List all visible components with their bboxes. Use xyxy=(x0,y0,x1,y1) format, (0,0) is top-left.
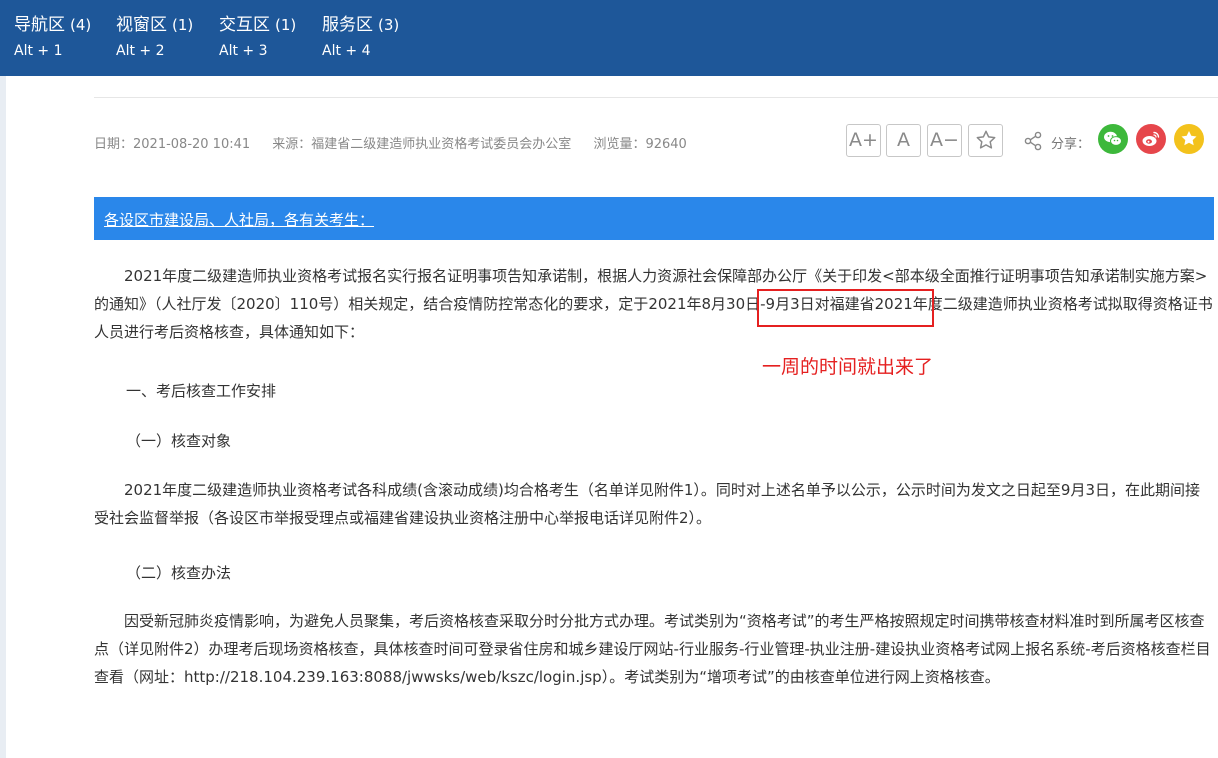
weibo-icon xyxy=(1142,131,1160,146)
zone-shortcut: Alt + 4 xyxy=(322,43,371,59)
zone-navigation[interactable]: 导航区 (4) Alt + 1 xyxy=(14,10,91,59)
share-weibo-button[interactable] xyxy=(1136,124,1166,154)
zone-name: 导航区 xyxy=(14,15,65,35)
font-increase-button[interactable]: A+ xyxy=(846,124,881,157)
zone-name: 视窗区 xyxy=(116,15,167,35)
publish-date: 日期：2021-08-20 10:41 xyxy=(94,137,251,152)
paragraph-methods: 因受新冠肺炎疫情影响，为避免人员聚集，考后资格核查采取分时分批方式办理。考试类别… xyxy=(94,612,1211,686)
share-label: 分享： xyxy=(1051,137,1091,152)
zone-count: (4) xyxy=(70,16,92,34)
share-icon xyxy=(1024,131,1042,151)
favorite-button[interactable] xyxy=(968,124,1003,157)
salutation-link[interactable]: 各设区市建设局、人社局，各有关考生： xyxy=(104,209,374,230)
zone-shortcut: Alt + 2 xyxy=(116,43,165,59)
left-edge-strip xyxy=(0,76,6,758)
paragraph-intro: 2021年度二级建造师执业资格考试报名实行报名证明事项告知承诺制，根据人力资源社… xyxy=(94,262,1214,346)
salutation-banner: 各设区市建设局、人社局，各有关考生： xyxy=(94,197,1214,240)
star-icon xyxy=(976,130,995,149)
view-count: 浏览量：92640 xyxy=(593,137,687,152)
section-heading-2: （一）核查对象 xyxy=(126,432,232,450)
zone-count: (1) xyxy=(275,16,297,34)
font-reset-button[interactable]: A xyxy=(886,124,921,157)
zone-interaction[interactable]: 交互区 (1) Alt + 3 xyxy=(219,10,296,59)
zone-viewport[interactable]: 视窗区 (1) Alt + 2 xyxy=(116,10,193,59)
accessibility-zone-bar: 导航区 (4) Alt + 1 视窗区 (1) Alt + 2 交互区 (1) Alt… xyxy=(0,0,1218,76)
article-meta: 日期：2021-08-20 10:41 来源：福建省二级建造师执业资格考试委员会… xyxy=(94,133,705,152)
zone-shortcut: Alt + 1 xyxy=(14,43,63,59)
zone-count: (3) xyxy=(378,16,400,34)
section-heading-1: 一、考后核查工作安排 xyxy=(126,382,277,400)
share-wechat-button[interactable] xyxy=(1098,124,1128,154)
star-icon xyxy=(1181,131,1197,146)
article-source: 来源：福建省二级建造师执业资格考试委员会办公室 xyxy=(272,137,572,152)
zone-shortcut: Alt + 3 xyxy=(219,43,268,59)
zone-service[interactable]: 服务区 (3) Alt + 4 xyxy=(322,10,399,59)
zone-count: (1) xyxy=(172,16,194,34)
share-favorite-button[interactable] xyxy=(1174,124,1204,154)
wechat-icon xyxy=(1104,131,1122,146)
zone-name: 服务区 xyxy=(322,15,373,35)
zone-name: 交互区 xyxy=(219,15,270,35)
section-heading-3: （二）核查办法 xyxy=(126,564,232,582)
paragraph-targets: 2021年度二级建造师执业资格考试各科成绩(含滚动成绩)均合格考生（名单详见附件… xyxy=(94,481,1201,527)
content-divider xyxy=(94,97,1218,98)
highlight-box xyxy=(757,289,934,327)
annotation-note: 一周的时间就出来了 xyxy=(762,356,934,378)
font-decrease-button[interactable]: A− xyxy=(927,124,962,157)
